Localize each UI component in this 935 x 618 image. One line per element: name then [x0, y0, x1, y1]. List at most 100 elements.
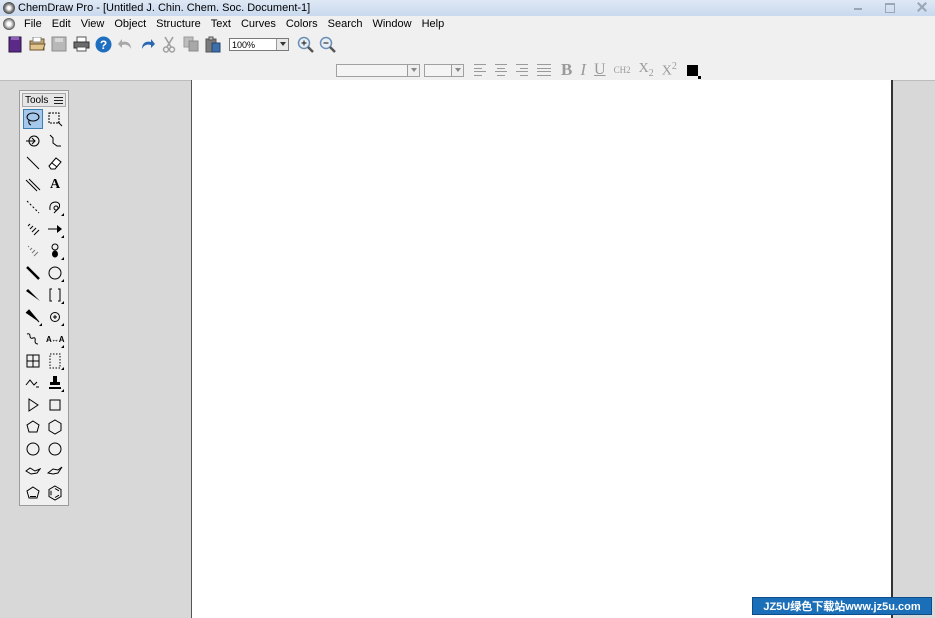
menu-window[interactable]: Window	[367, 16, 416, 32]
tools-palette-title: Tools	[25, 94, 49, 106]
chair-ring-icon	[25, 467, 41, 475]
menu-file[interactable]: File	[19, 16, 47, 32]
copy-button[interactable]	[182, 35, 200, 53]
justify-button[interactable]	[535, 63, 553, 77]
redo-button[interactable]	[138, 35, 156, 53]
palette-menu-icon[interactable]	[54, 96, 63, 104]
cyclopropane-tool[interactable]	[23, 395, 43, 415]
bond-chain-tool[interactable]	[45, 131, 65, 151]
menu-help[interactable]: Help	[417, 16, 450, 32]
drawing-canvas[interactable]	[191, 80, 893, 618]
underline-button[interactable]: U	[594, 61, 606, 79]
reaction-mapping-tool[interactable]: A↔A	[45, 329, 65, 349]
open-folder-icon	[29, 36, 46, 50]
print-button[interactable]	[72, 35, 90, 53]
maximize-icon[interactable]	[883, 1, 897, 13]
hashed-wedge-tool[interactable]	[23, 241, 43, 261]
chevron-down-icon[interactable]	[451, 64, 463, 76]
subscript-button[interactable]: X2	[639, 61, 654, 79]
align-center-button[interactable]	[493, 63, 511, 77]
text-format-toolbar: B I U CH2 X2 X2	[336, 60, 701, 80]
cyclopentane-tool[interactable]	[23, 417, 43, 437]
undo-button[interactable]	[116, 35, 134, 53]
menu-colors[interactable]: Colors	[281, 16, 323, 32]
chevron-down-icon[interactable]	[276, 38, 288, 50]
align-right-button[interactable]	[514, 63, 532, 77]
pen-tool[interactable]	[45, 197, 65, 217]
menu-search[interactable]: Search	[323, 16, 368, 32]
zoom-in-button[interactable]	[296, 35, 314, 53]
lasso-tool[interactable]	[23, 109, 43, 129]
brackets-tool[interactable]	[45, 285, 65, 305]
open-button[interactable]	[28, 35, 46, 53]
italic-button[interactable]: I	[580, 60, 586, 80]
query-bond-icon	[25, 379, 39, 388]
tools-palette-header[interactable]: Tools	[22, 93, 66, 107]
dashed-bond-tool[interactable]	[23, 197, 43, 217]
zoom-level-select[interactable]: 100%	[229, 37, 289, 51]
templates-tool[interactable]	[45, 373, 65, 393]
cyclohexane-chair-1-tool[interactable]	[23, 461, 43, 481]
paste-button[interactable]	[204, 35, 222, 53]
chevron-down-icon[interactable]	[407, 64, 419, 76]
benzene-tool[interactable]	[45, 483, 65, 503]
zoom-in-icon	[297, 36, 314, 53]
text-color-swatch[interactable]	[686, 64, 701, 79]
tlc-plate-tool[interactable]	[45, 351, 65, 371]
cyclohexane-tool[interactable]	[45, 417, 65, 437]
single-bond-icon	[26, 156, 40, 170]
superscript-button[interactable]: X2	[662, 61, 677, 80]
cyclooctane-tool[interactable]	[45, 439, 65, 459]
hashed-bond-tool[interactable]	[23, 219, 43, 239]
printer-icon	[73, 36, 89, 52]
marquee-tool[interactable]	[45, 109, 65, 129]
cyclobutane-tool[interactable]	[45, 395, 65, 415]
drawing-elements-tool[interactable]	[45, 263, 65, 283]
eraser-tool[interactable]	[45, 153, 65, 173]
save-button[interactable]	[50, 35, 68, 53]
menu-view[interactable]: View	[76, 16, 110, 32]
query-tool[interactable]	[23, 373, 43, 393]
bold-button[interactable]: B	[561, 60, 572, 80]
hashed-bond-icon	[27, 223, 40, 236]
structure-perspective-tool[interactable]	[23, 131, 43, 151]
double-bond-tool[interactable]	[23, 175, 43, 195]
app-icon[interactable]	[3, 2, 15, 14]
save-disk-icon	[51, 36, 67, 52]
table-tool[interactable]	[23, 351, 43, 371]
menu-object[interactable]: Object	[109, 16, 151, 32]
square-ring-icon	[49, 399, 61, 411]
menu-edit[interactable]: Edit	[47, 16, 76, 32]
octagon-ring-icon	[48, 442, 62, 456]
formula-button[interactable]: CH2	[614, 65, 631, 75]
chemical-symbols-tool[interactable]	[45, 307, 65, 327]
wavy-bond-tool[interactable]	[23, 329, 43, 349]
cut-button[interactable]	[160, 35, 178, 53]
tools-grid: A A↔A	[23, 109, 67, 505]
document-icon[interactable]	[3, 18, 15, 30]
zoom-out-button[interactable]	[318, 35, 336, 53]
arrow-tool[interactable]	[45, 219, 65, 239]
menu-curves[interactable]: Curves	[236, 16, 281, 32]
wedge-bond-tool[interactable]	[23, 285, 43, 305]
menu-structure[interactable]: Structure	[151, 16, 206, 32]
solid-bond-tool[interactable]	[23, 153, 43, 173]
font-family-select[interactable]	[336, 63, 420, 77]
cyclopentadiene-tool[interactable]	[23, 483, 43, 503]
font-size-select[interactable]	[424, 63, 464, 77]
close-icon[interactable]	[915, 1, 929, 13]
align-left-button[interactable]	[472, 63, 490, 77]
superscript-label: X	[661, 63, 672, 79]
wavy-wedge-tool[interactable]	[23, 307, 43, 327]
bold-bond-tool[interactable]	[23, 263, 43, 283]
marquee-icon	[48, 112, 63, 127]
text-tool[interactable]: A	[45, 175, 65, 195]
new-document-button[interactable]	[6, 35, 24, 53]
help-button[interactable]: ?	[94, 35, 112, 53]
cyclohexane-chair-2-tool[interactable]	[45, 461, 65, 481]
chair-ring-icon	[47, 466, 63, 475]
menu-text[interactable]: Text	[206, 16, 236, 32]
orbital-tool[interactable]	[45, 241, 65, 261]
cycloheptane-tool[interactable]	[23, 439, 43, 459]
minimize-icon[interactable]	[851, 1, 865, 13]
